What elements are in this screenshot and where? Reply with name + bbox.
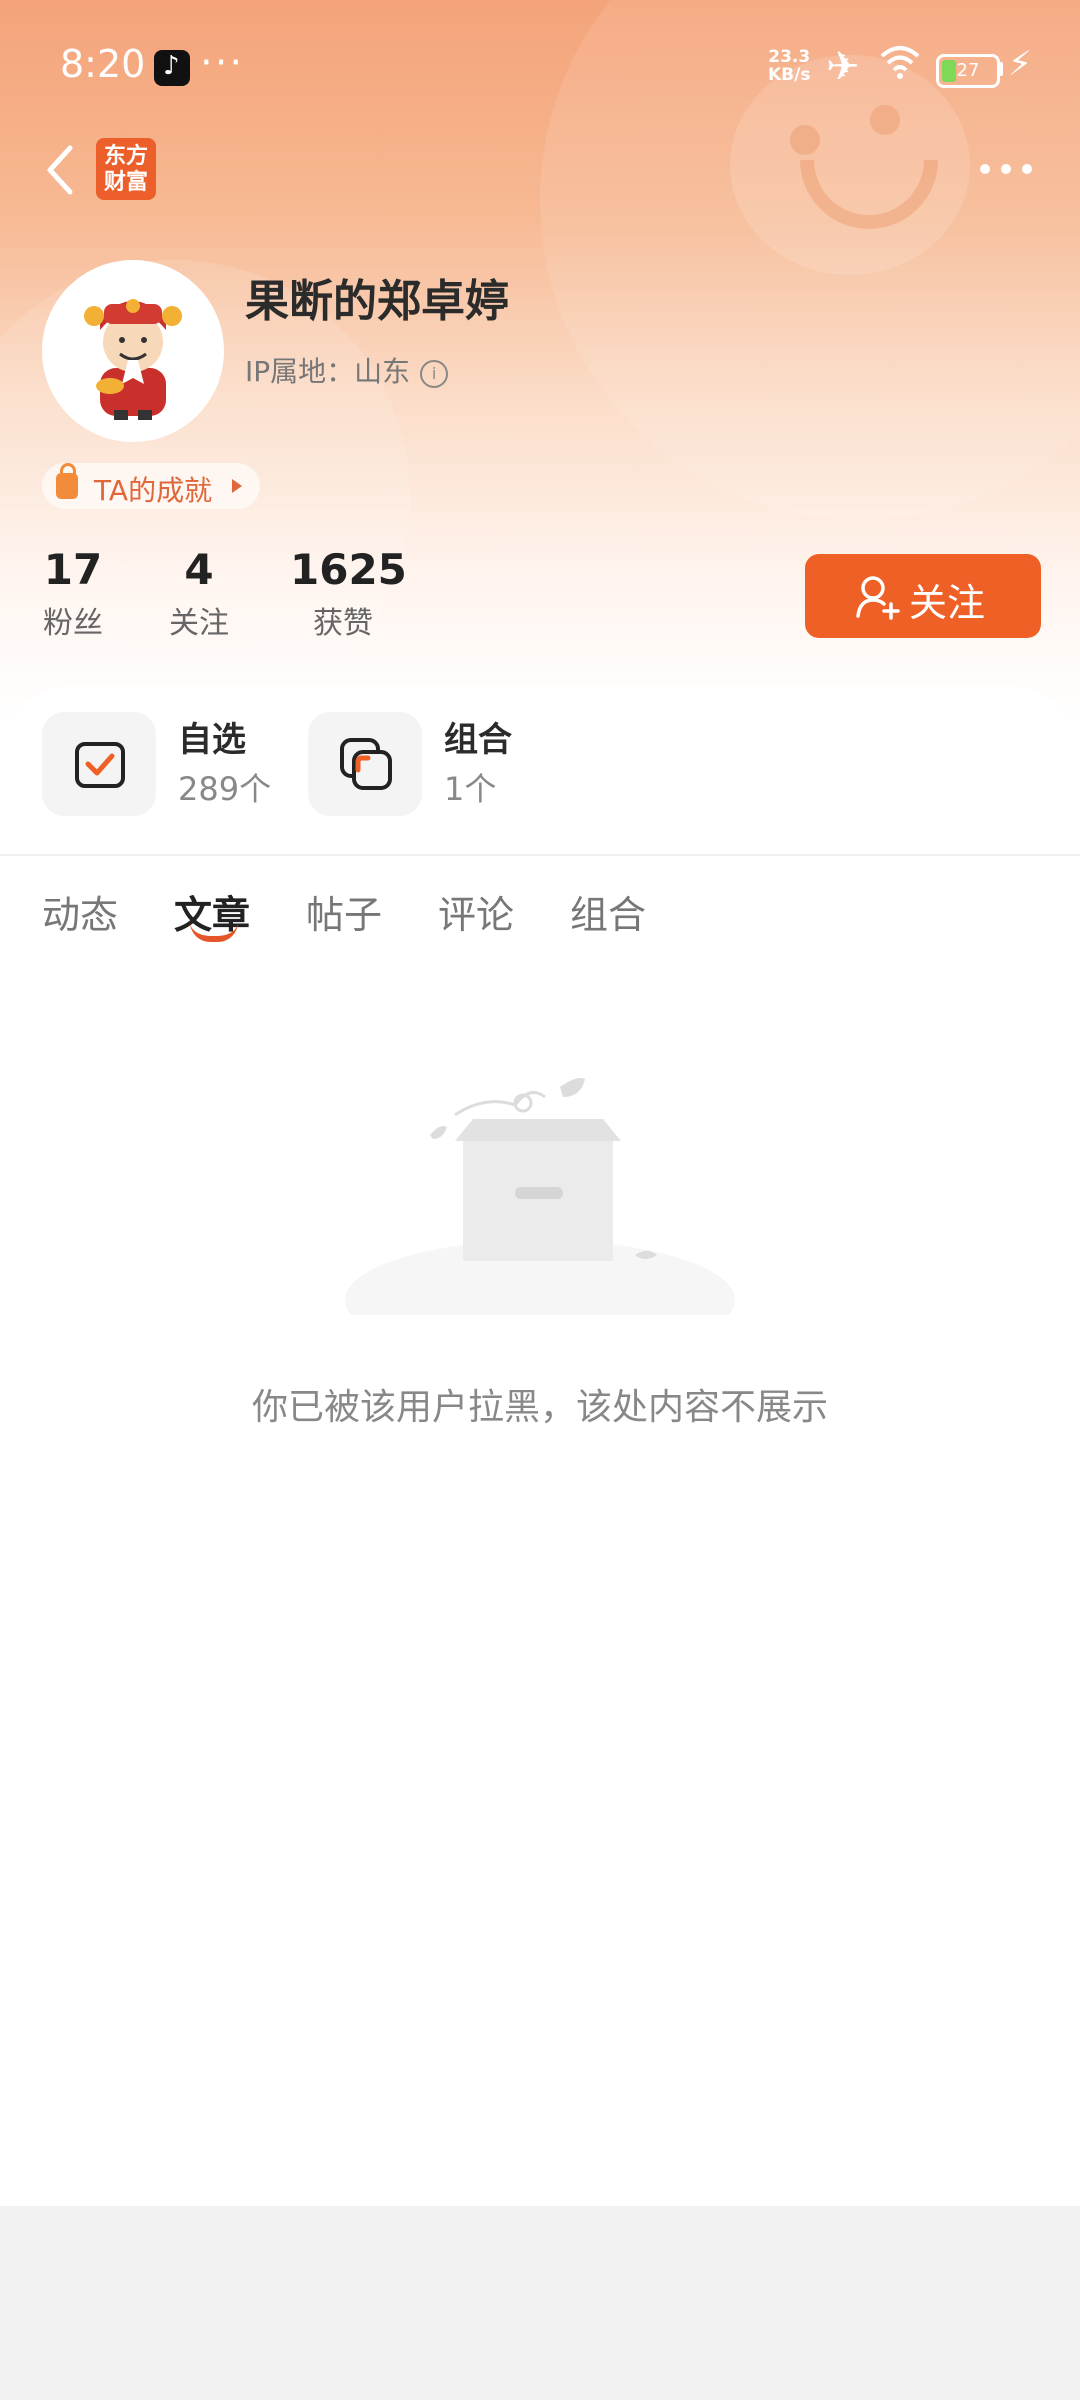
stat-label: 关注 — [169, 606, 229, 641]
status-bar: 8:20 ··· 23.3 KB/s ✈ 27 ⚡ — [0, 0, 1080, 130]
stat-following[interactable]: 4 关注 — [166, 545, 232, 642]
network-speed: 23.3 KB/s — [768, 48, 810, 84]
network-speed-unit: KB/s — [768, 65, 811, 85]
watchlist-title: 自选 — [178, 720, 246, 760]
back-button[interactable] — [40, 140, 80, 200]
airplane-mode-icon: ✈ — [826, 44, 860, 90]
portfolio-count: 1个 — [444, 770, 497, 808]
more-notifications-icon: ··· — [200, 40, 245, 86]
empty-state-message: 你已被该用户拉黑，该处内容不展示 — [251, 1387, 828, 1428]
battery-icon: 27 — [936, 54, 1000, 88]
app-logo: 东方 财富 — [96, 138, 156, 200]
portfolio-title: 组合 — [444, 720, 512, 760]
stat-value: 17 — [43, 545, 103, 594]
stat-fans[interactable]: 17 粉丝 — [40, 545, 106, 642]
portfolio-icon — [308, 712, 422, 816]
follow-label: 关注 — [909, 581, 986, 625]
wifi-icon — [880, 44, 920, 89]
follow-button[interactable]: 关注 — [805, 554, 1041, 638]
achievements-label: TA的成就 — [94, 474, 213, 507]
lock-icon — [56, 463, 78, 499]
god-of-wealth-avatar-icon — [42, 260, 224, 442]
stat-label: 获赞 — [313, 606, 373, 641]
stat-likes[interactable]: 1625 获赞 — [290, 545, 407, 642]
stat-label: 粉丝 — [43, 606, 103, 641]
tab-activity[interactable]: 动态 — [42, 884, 118, 939]
battery-tip — [998, 62, 1003, 76]
info-icon[interactable]: i — [420, 360, 449, 388]
portfolio-link[interactable]: 组合 1个 — [308, 712, 548, 816]
stat-value: 1625 — [290, 545, 407, 594]
stat-value: 4 — [184, 545, 214, 594]
battery-level: 27 — [956, 60, 980, 81]
watchlist-link[interactable]: 自选 289个 — [42, 712, 282, 816]
status-time: 8:20 — [60, 42, 146, 86]
add-user-icon — [856, 576, 900, 620]
achievements-button[interactable]: TA的成就 — [42, 463, 260, 509]
tab-posts[interactable]: 帖子 — [306, 884, 382, 939]
logo-line-1: 东方 — [103, 144, 148, 169]
profile-tabs: 动态 文章 帖子 评论 组合 — [0, 884, 1080, 964]
divider — [0, 854, 1080, 856]
empty-box-illustration — [345, 1075, 735, 1360]
tab-portfolios[interactable]: 组合 — [570, 884, 646, 939]
watchlist-count: 289个 — [178, 770, 272, 808]
watchlist-icon — [42, 712, 156, 816]
more-options-button[interactable] — [976, 148, 1036, 188]
network-speed-value: 23.3 — [768, 47, 811, 67]
tiktok-notification-icon — [154, 50, 190, 86]
avatar[interactable] — [42, 260, 224, 442]
ip-location: IP属地：山东 i — [245, 350, 449, 390]
logo-line-2: 财富 — [103, 170, 148, 195]
play-arrow-icon — [232, 479, 242, 493]
ip-location-label: IP属地：山东 — [245, 355, 411, 388]
chevron-left-icon — [47, 145, 73, 195]
charging-icon: ⚡ — [1008, 44, 1032, 84]
username: 果断的郑卓婷 — [245, 276, 509, 327]
tab-comments[interactable]: 评论 — [438, 884, 514, 939]
